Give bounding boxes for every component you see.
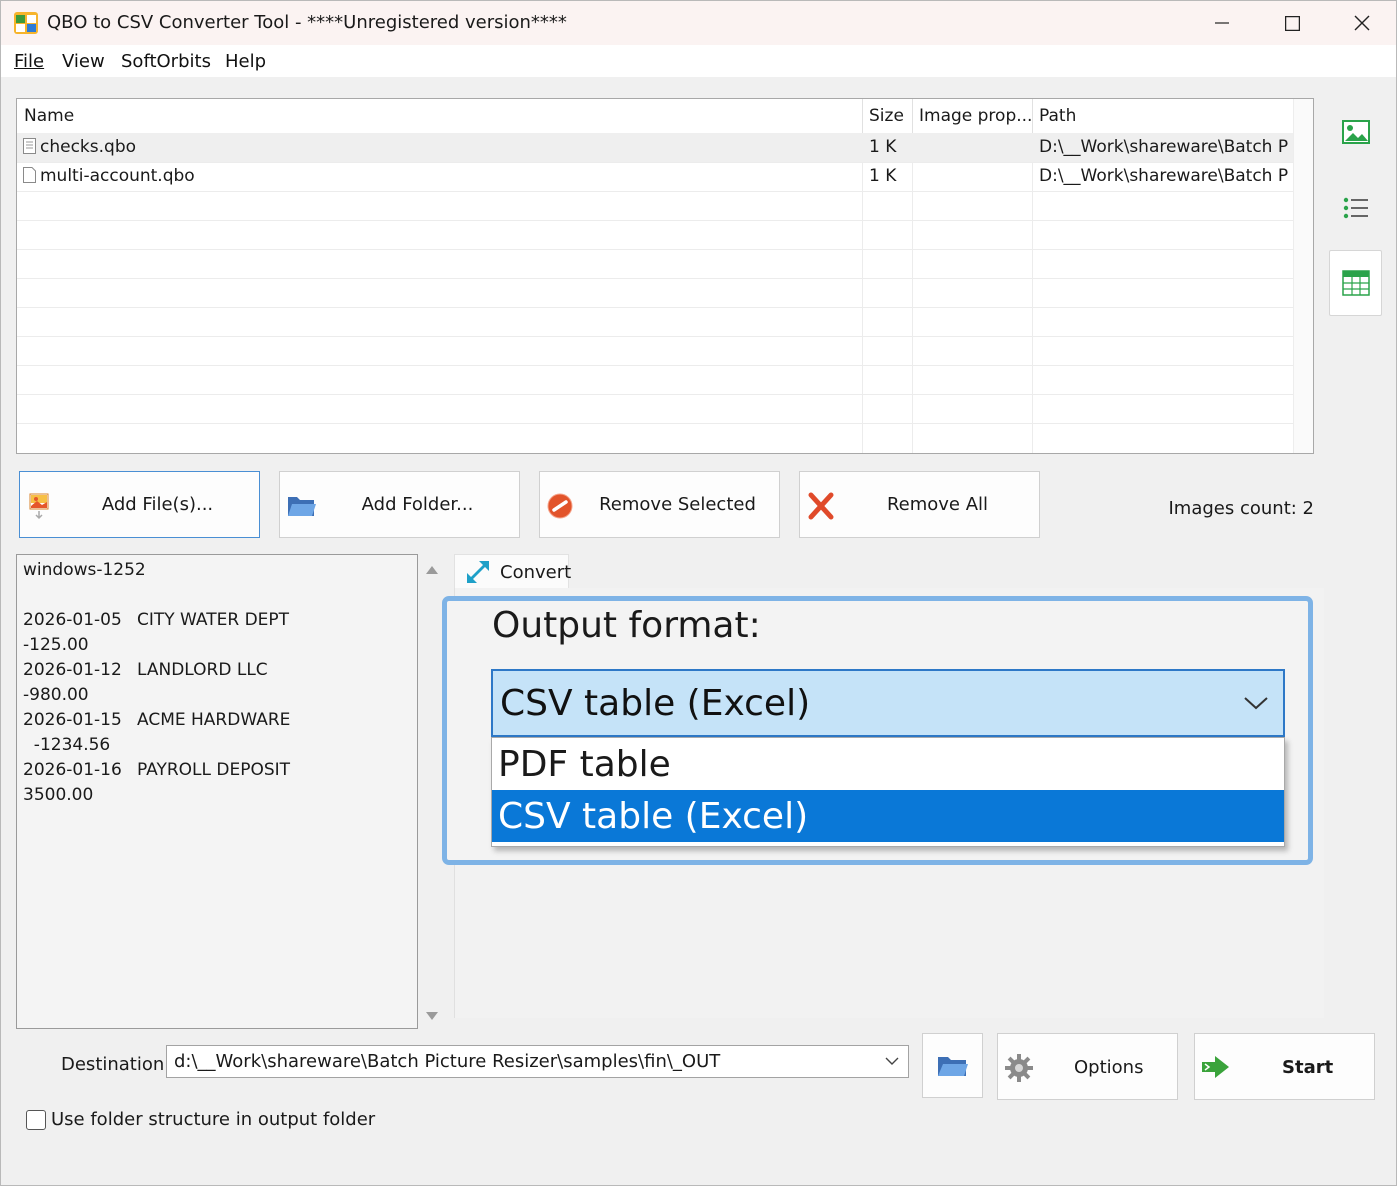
file-icon [23,138,36,154]
convert-icon [467,561,489,583]
destination-value: d:\__Work\shareware\Batch Picture Resize… [174,1051,721,1072]
dropdown-option-csv-table[interactable]: CSV table (Excel) [492,790,1284,842]
column-header-name[interactable]: Name [17,99,862,133]
file-path: D:\__Work\shareware\Batch Pi... [1039,137,1289,157]
output-format-callout: Output format: CSV table (Excel) PDF tab… [442,596,1313,865]
window-title: QBO to CSV Converter Tool - ****Unregist… [47,12,567,33]
images-count: Images count: 2 [1168,498,1315,519]
list-view-button[interactable] [1329,175,1382,241]
gear-icon [1005,1054,1033,1082]
file-path: D:\__Work\shareware\Batch Pi... [1039,166,1289,186]
app-window: QBO to CSV Converter Tool - ****Unregist… [0,0,1397,1186]
preview-line: CITY WATER DEPT [137,610,290,630]
title-bar[interactable]: QBO to CSV Converter Tool - ****Unregist… [1,1,1396,45]
output-format-dropdown-list: PDF table CSV table (Excel) [491,737,1285,847]
grid-line [17,278,1293,279]
options-label: Options [1074,1057,1144,1078]
file-size: 1 K [869,137,897,157]
output-format-selected: CSV table (Excel) [500,683,811,724]
options-button[interactable]: Options [997,1033,1178,1100]
minimize-button[interactable] [1187,1,1257,45]
menu-help[interactable]: Help [225,51,266,72]
chevron-down-icon [1244,697,1268,710]
grid-line [17,365,1293,366]
browse-destination-button[interactable] [922,1033,983,1098]
vertical-scrollbar[interactable] [1293,99,1313,453]
remove-all-button[interactable]: Remove All [799,471,1040,538]
scroll-up-button[interactable] [425,563,439,575]
destination-label: Destination [61,1054,165,1075]
grid-line [17,191,1293,192]
triangle-down-icon [426,1011,438,1020]
grid-line [17,220,1293,221]
preview-line: windows-1252 [23,560,146,580]
preview-line: -1234.56 [23,735,111,755]
output-format-select[interactable]: CSV table (Excel) [491,669,1285,737]
list-view-icon [1343,197,1368,219]
close-button[interactable] [1327,1,1397,45]
add-folder-button[interactable]: Add Folder... [279,471,520,538]
column-header-path[interactable]: Path [1032,99,1292,133]
close-icon [1354,15,1370,31]
add-folder-label: Add Folder... [361,494,474,515]
dropdown-option-pdf-table[interactable]: PDF table [492,738,1284,790]
preview-line: 2026-01-05 [23,610,122,630]
preview-line: 2026-01-16 [23,760,122,780]
triangle-up-icon [426,565,438,574]
file-icon [23,167,36,183]
thumbnail-view-icon [1341,120,1370,144]
grid-line [17,162,1293,163]
remove-selected-label: Remove Selected [599,494,756,515]
preview-line: PAYROLL DEPOSIT [137,760,291,780]
grid-line [17,249,1293,250]
preview-line: ACME HARDWARE [137,710,291,730]
file-size: 1 K [869,166,897,186]
menu-file[interactable]: File [14,51,44,72]
preview-line: LANDLORD LLC [137,660,268,680]
remove-selected-button[interactable]: Remove Selected [539,471,780,538]
chevron-down-icon [885,1057,899,1065]
destination-combobox[interactable]: d:\__Work\shareware\Batch Picture Resize… [166,1045,909,1078]
file-list[interactable]: Name Size Image prop... Path checks.qbo … [16,98,1314,454]
thumbnail-view-button[interactable] [1329,99,1382,165]
tab-convert-label: Convert [500,562,572,583]
output-format-label: Output format: [492,605,761,646]
folder-structure-checkbox[interactable] [26,1110,46,1130]
menu-bar: File View SoftOrbits Help [1,45,1396,77]
add-files-button[interactable]: Add File(s)... [19,471,260,538]
folder-structure-label[interactable]: Use folder structure in output folder [51,1109,375,1130]
table-view-icon [1341,270,1370,296]
file-name: checks.qbo [40,137,137,157]
preview-line: 2026-01-15 [23,710,122,730]
start-button[interactable]: Start [1194,1033,1375,1100]
grid-line [17,336,1293,337]
maximize-icon [1284,15,1300,31]
preview-line: 3500.00 [23,785,94,805]
preview-text-panel[interactable]: windows-1252 2026-01-05 CITY WATER DEPT … [16,554,418,1029]
grid-line [17,307,1293,308]
table-row[interactable]: multi-account.qbo 1 K D:\__Work\sharewar… [17,162,1293,191]
table-view-button[interactable] [1329,250,1382,316]
maximize-button[interactable] [1257,1,1327,45]
menu-softorbits[interactable]: SoftOrbits [121,51,211,72]
preview-line: -980.00 [23,685,89,705]
tab-convert[interactable]: Convert [454,554,572,588]
scroll-down-button[interactable] [425,1010,439,1022]
file-name: multi-account.qbo [40,166,195,186]
minimize-icon [1215,22,1229,24]
start-arrow-icon [1202,1056,1229,1078]
grid-line [17,394,1293,395]
column-header-size[interactable]: Size [862,99,912,133]
preview-line: -125.00 [23,635,89,655]
app-logo-icon [14,12,38,34]
table-row[interactable]: checks.qbo 1 K D:\__Work\shareware\Batch… [17,133,1293,162]
remove-all-label: Remove All [886,494,989,515]
open-folder-icon [937,1056,968,1076]
add-files-label: Add File(s)... [101,494,214,515]
menu-view[interactable]: View [62,51,105,72]
start-label: Start [1282,1057,1334,1078]
preview-line: 2026-01-12 [23,660,122,680]
column-header-image-props[interactable]: Image prop... [912,99,1032,133]
grid-line [17,423,1293,424]
